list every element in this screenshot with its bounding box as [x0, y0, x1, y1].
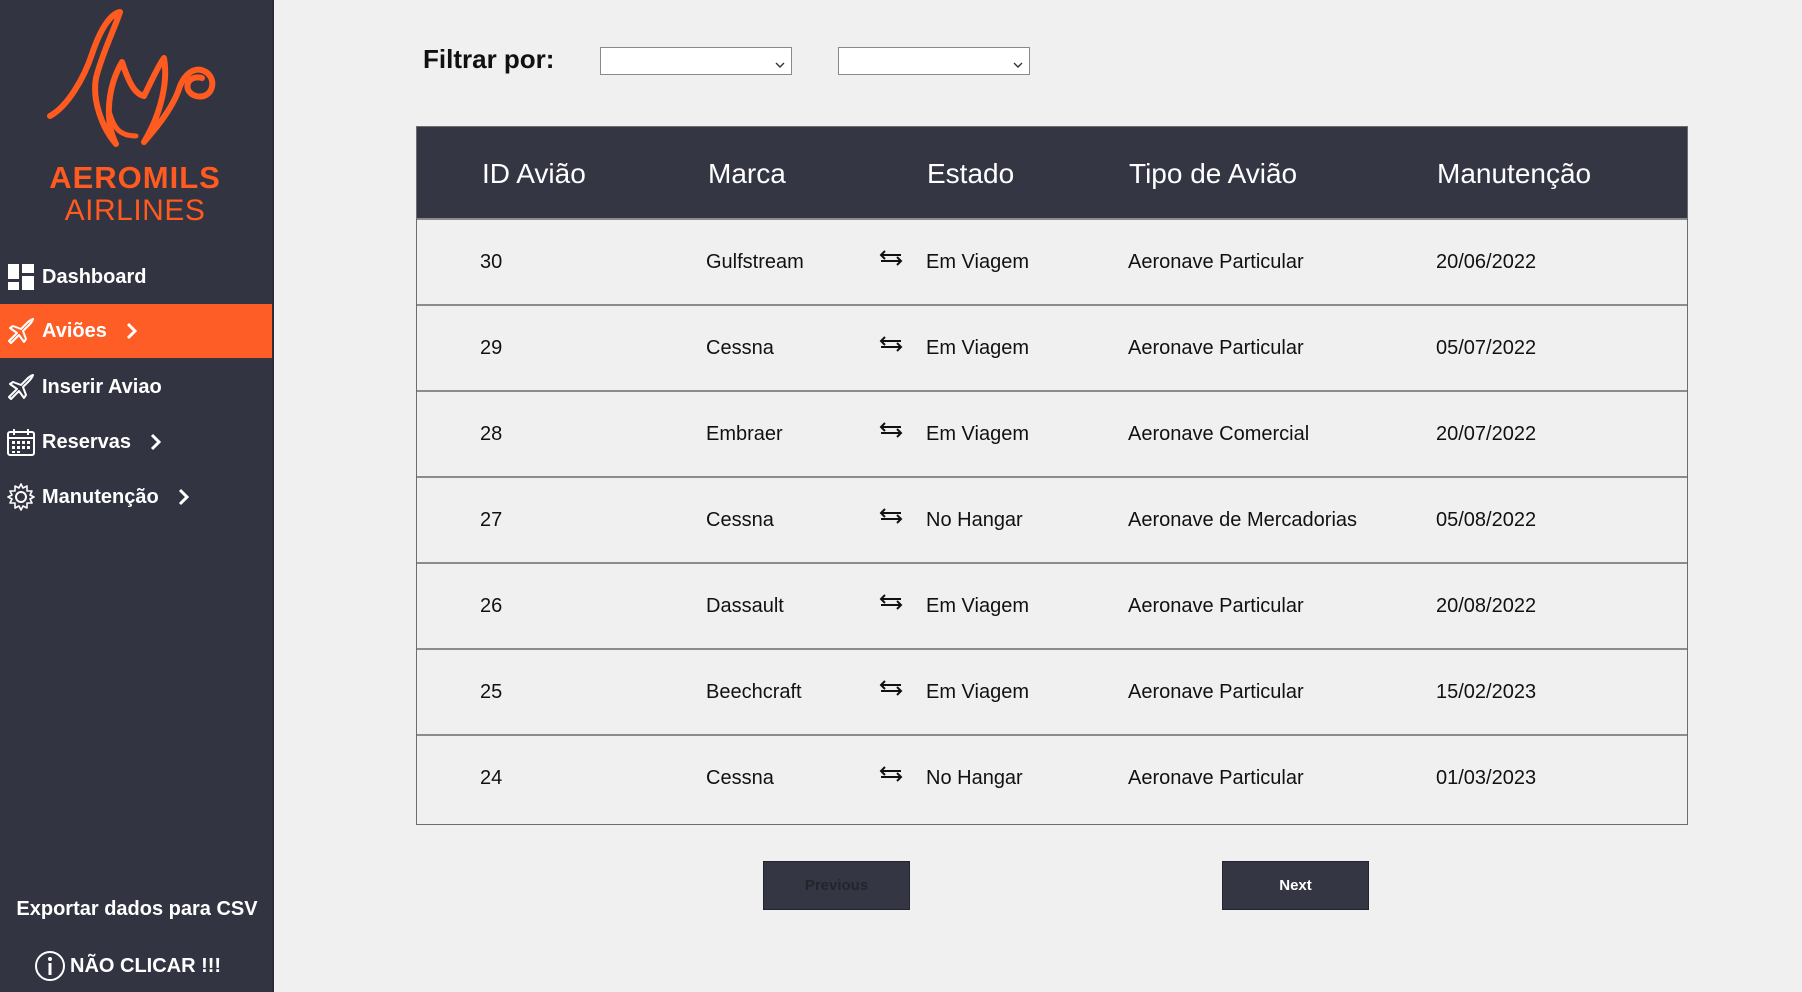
cell-estado: No Hangar: [926, 509, 1023, 531]
table-row[interactable]: 27 Cessna No Hangar Aeronave de Mercador…: [417, 476, 1687, 562]
aeromils-logo: AEROMILS AIRLINES: [40, 8, 230, 227]
swap-arrows-icon: [879, 766, 903, 787]
previous-button[interactable]: Previous: [763, 861, 910, 910]
calendar-icon: [6, 427, 36, 457]
column-header-tipo: Tipo de Avião: [1129, 158, 1298, 189]
cell-manutencao: 20/07/2022: [1436, 423, 1537, 445]
cell-id: 26: [480, 595, 503, 617]
cell-tipo: Aeronave Particular: [1128, 251, 1304, 273]
sidebar-item-label: Reservas: [42, 430, 131, 453]
sidebar-item-label: Aviões: [42, 319, 107, 342]
cell-marca: Cessna: [706, 337, 774, 359]
airplane-icon: [6, 316, 36, 346]
table-row[interactable]: 25 Beechcraft Em Viagem Aeronave Particu…: [417, 648, 1687, 734]
chevron-right-icon: [149, 433, 161, 451]
cell-marca: Cessna: [706, 767, 774, 789]
cell-tipo: Aeronave Particular: [1128, 595, 1304, 617]
cell-estado: Em Viagem: [926, 337, 1030, 359]
cell-marca: Embraer: [706, 423, 783, 445]
cell-manutencao: 15/02/2023: [1436, 681, 1537, 703]
column-header-id: ID Avião: [482, 158, 586, 189]
sidebar-item-reservas[interactable]: Reservas: [0, 415, 274, 469]
cell-tipo: Aeronave de Mercadorias: [1128, 509, 1358, 531]
dashboard-icon: [6, 262, 36, 292]
filter-select-1[interactable]: [600, 47, 792, 75]
cell-manutencao: 20/08/2022: [1436, 595, 1537, 617]
cell-id: 28: [480, 423, 503, 445]
no-click-label: NÃO CLICAR !!!: [70, 954, 222, 977]
column-header-manutencao: Manutenção: [1437, 158, 1592, 189]
brand-name: AEROMILS: [49, 160, 221, 195]
logo-mark-icon: [47, 9, 216, 147]
cell-marca: Dassault: [706, 595, 784, 617]
column-header-estado: Estado: [927, 158, 1015, 189]
cell-estado: Em Viagem: [926, 423, 1030, 445]
cell-id: 25: [480, 681, 503, 703]
cell-id: 27: [480, 509, 503, 531]
swap-arrows-icon: [879, 422, 903, 443]
swap-arrows-icon: [879, 250, 903, 271]
sidebar-item-inserir-aviao[interactable]: Inserir Aviao: [0, 360, 274, 414]
column-header-marca: Marca: [708, 158, 786, 189]
sidebar-item-manutencao[interactable]: Manutenção: [0, 470, 274, 524]
table-row[interactable]: 28 Embraer Em Viagem Aeronave Comercial …: [417, 390, 1687, 476]
brand-subtitle: AIRLINES: [64, 194, 206, 227]
cell-id: 24: [480, 767, 503, 789]
cell-estado: No Hangar: [926, 767, 1023, 789]
cell-estado: Em Viagem: [926, 251, 1030, 273]
cell-manutencao: 05/07/2022: [1436, 337, 1537, 359]
filter-select-2[interactable]: [838, 47, 1030, 75]
filter-label: Filtrar por:: [423, 44, 555, 74]
airplane-icon: [6, 372, 36, 402]
sidebar-item-dashboard[interactable]: Dashboard: [0, 250, 274, 304]
chevron-right-icon: [177, 488, 189, 506]
gear-icon: [6, 482, 36, 512]
table-row[interactable]: 29 Cessna Em Viagem Aeronave Particular …: [417, 304, 1687, 390]
sidebar-divider: [272, 0, 274, 992]
cell-manutencao: 01/03/2023: [1436, 767, 1537, 789]
swap-arrows-icon: [879, 508, 903, 529]
sidebar-item-label: Manutenção: [42, 485, 159, 508]
table-row[interactable]: 26 Dassault Em Viagem Aeronave Particula…: [417, 562, 1687, 648]
cell-manutencao: 05/08/2022: [1436, 509, 1537, 531]
chevron-right-icon: [125, 322, 137, 340]
cell-tipo: Aeronave Comercial: [1128, 423, 1310, 445]
table-header: ID Avião Marca Estado Tipo de Avião Manu…: [417, 127, 1687, 220]
cell-marca: Gulfstream: [706, 251, 804, 273]
sidebar-item-label: Inserir Aviao: [42, 375, 162, 398]
swap-arrows-icon: [879, 336, 903, 357]
cell-estado: Em Viagem: [926, 681, 1030, 703]
cell-marca: Cessna: [706, 509, 774, 531]
sidebar-item-avioes[interactable]: Aviões: [0, 304, 274, 358]
sidebar: AEROMILS AIRLINES Dashboard Aviões Inser…: [0, 0, 274, 992]
table-row[interactable]: 30 Gulfstream Em Viagem Aeronave Particu…: [417, 218, 1687, 304]
cell-tipo: Aeronave Particular: [1128, 337, 1304, 359]
table-row[interactable]: 24 Cessna No Hangar Aeronave Particular …: [417, 734, 1687, 820]
cell-tipo: Aeronave Particular: [1128, 681, 1304, 703]
no-click-button[interactable]: NÃO CLICAR !!!: [34, 950, 221, 982]
cell-id: 30: [480, 251, 503, 273]
avioes-table: ID Avião Marca Estado Tipo de Avião Manu…: [416, 126, 1688, 825]
cell-marca: Beechcraft: [706, 681, 802, 703]
chevron-down-icon: [775, 56, 785, 74]
sidebar-item-label: Dashboard: [42, 265, 147, 288]
swap-arrows-icon: [879, 680, 903, 701]
swap-arrows-icon: [879, 594, 903, 615]
cell-estado: Em Viagem: [926, 595, 1030, 617]
info-icon: [34, 950, 66, 982]
cell-id: 29: [480, 337, 503, 359]
cell-tipo: Aeronave Particular: [1128, 767, 1304, 789]
cell-manutencao: 20/06/2022: [1436, 251, 1537, 273]
next-button[interactable]: Next: [1222, 861, 1369, 910]
chevron-down-icon: [1013, 56, 1023, 74]
export-csv-button[interactable]: Exportar dados para CSV: [0, 898, 274, 921]
